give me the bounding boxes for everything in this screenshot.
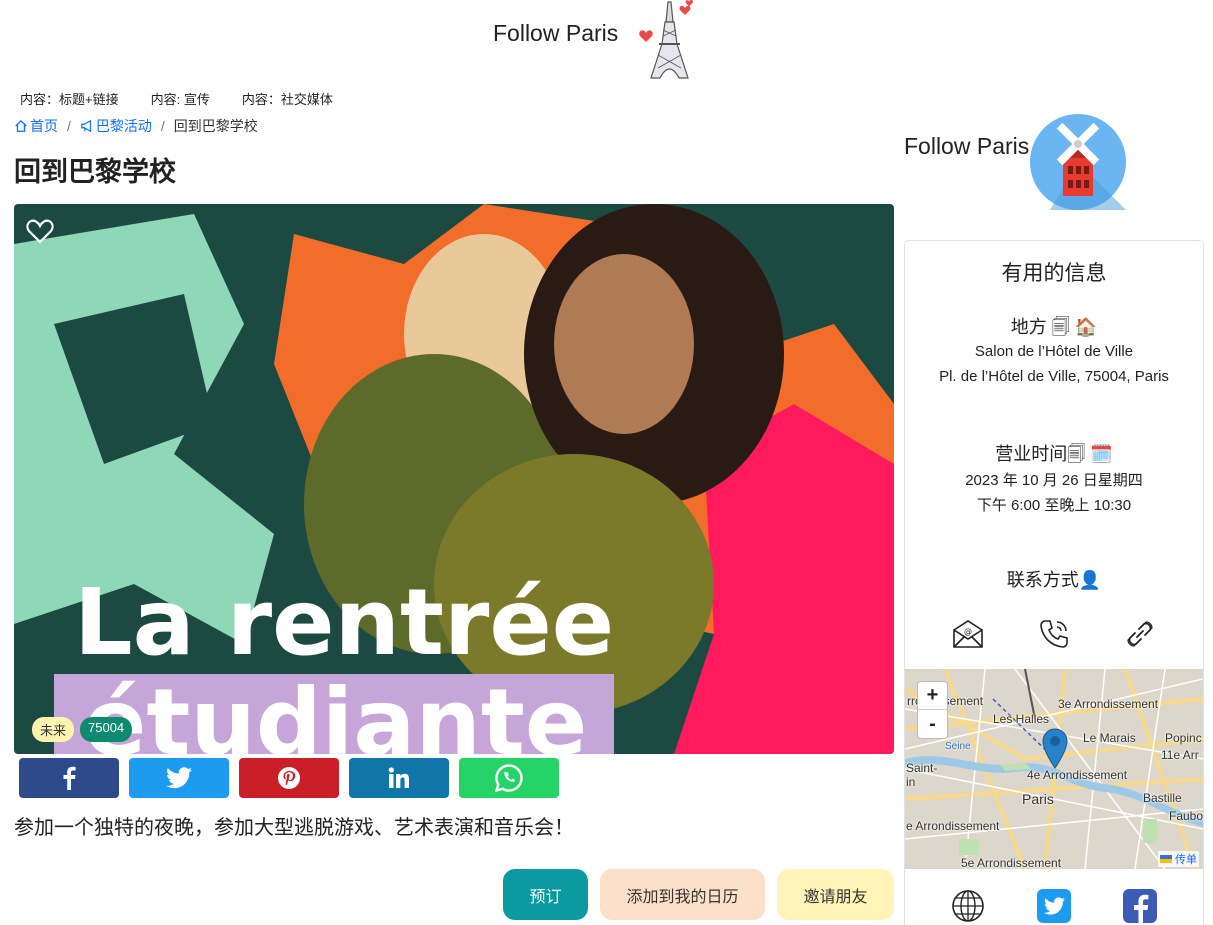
linkedin-icon	[388, 767, 409, 788]
content-nav-item[interactable]: 内容：社交媒体	[242, 89, 333, 108]
site-header: Follow Paris	[0, 0, 1213, 82]
facebook-icon	[63, 766, 76, 790]
breadcrumb-category-label: 巴黎活动	[95, 118, 152, 134]
invite-friends-button[interactable]: 邀请朋友	[777, 869, 894, 920]
add-to-calendar-button[interactable]: 添加到我的日历	[600, 869, 765, 920]
map-attribution-label: 传单	[1175, 854, 1197, 866]
breadcrumb-current: 回到巴黎学校	[173, 118, 258, 134]
event-poster: La rentrée étudiante	[14, 204, 894, 754]
globe-icon[interactable]	[951, 889, 985, 923]
map-label: Popinc	[1165, 731, 1202, 745]
favorite-heart-icon[interactable]	[26, 218, 54, 244]
venue-social-links	[905, 889, 1203, 923]
link-icon[interactable]	[1123, 617, 1157, 651]
poster-headline-2: étudiante	[84, 669, 587, 754]
eiffel-tower-icon	[639, 0, 693, 79]
map-label: Les Halles	[993, 712, 1050, 726]
map-label: Paris	[1022, 791, 1054, 807]
book-button[interactable]: 预订	[503, 869, 588, 920]
email-icon[interactable]: @	[951, 617, 985, 651]
share-buttons	[19, 758, 559, 798]
page-title: 回到巴黎学校	[14, 157, 176, 187]
whatsapp-icon	[494, 764, 523, 793]
postcode-badge: 75004	[80, 717, 133, 742]
map-label: 5e Arrondissement	[961, 856, 1062, 869]
info-card-title: 有用的信息	[1001, 262, 1107, 285]
share-facebook-button[interactable]	[19, 758, 119, 798]
map-zoom-control: + -	[917, 681, 948, 739]
megaphone-icon	[81, 119, 91, 133]
event-description: 参加一个独特的夜晚，参加大型逃脱游戏、艺术表演和音乐会！	[14, 817, 574, 839]
share-pinterest-button[interactable]	[239, 758, 339, 798]
zoom-out-button[interactable]: -	[918, 710, 947, 738]
map-label: 11e Arr	[1161, 748, 1199, 762]
place-address: Pl. de l’Hôtel de Ville, 75004, Paris	[939, 368, 1169, 385]
breadcrumb-separator: /	[67, 118, 71, 134]
breadcrumb-separator: /	[160, 118, 165, 134]
breadcrumb-home[interactable]: 首页	[14, 116, 58, 136]
share-whatsapp-button[interactable]	[459, 758, 559, 798]
content-nav: 内容：标题+链接 内容: 宣传 内容：社交媒体	[20, 89, 333, 108]
badge-row: 未来 75004	[32, 717, 133, 742]
svg-text:@: @	[964, 627, 972, 636]
contact-heading: 联系方式👤	[1006, 570, 1102, 590]
facebook-icon[interactable]	[1123, 889, 1157, 923]
flag-icon	[1159, 855, 1172, 863]
map-marker-icon[interactable]	[1041, 727, 1069, 769]
sidebar-brand[interactable]: Follow Paris	[904, 133, 1029, 160]
twitter-icon	[166, 767, 192, 789]
windmill-icon	[1030, 114, 1126, 210]
site-brand[interactable]: Follow Paris	[493, 20, 618, 47]
pinterest-icon	[278, 767, 300, 789]
twitter-icon[interactable]	[1037, 889, 1071, 923]
useful-info-card: 有用的信息 地方 🗐 🏠 Salon de l’Hôtel de Ville P…	[904, 240, 1204, 925]
home-icon	[15, 119, 27, 132]
status-badge: 未来	[32, 717, 75, 742]
contact-icons: @	[905, 617, 1203, 651]
breadcrumb-home-label: 首页	[30, 118, 58, 134]
map-label: in	[906, 775, 916, 789]
map-attribution-link[interactable]: 传单	[1157, 851, 1199, 867]
hours-date: 2023 年 10 月 26 日星期四	[965, 472, 1143, 489]
phone-icon[interactable]	[1037, 617, 1071, 651]
hours-heading[interactable]: 营业时间🗐 🗓️	[905, 440, 1203, 472]
poster-headline-1: La rentrée	[74, 569, 614, 676]
map-label: Saint-	[906, 761, 938, 775]
map-label: Bastille	[1143, 791, 1182, 805]
map-label: Le Marais	[1083, 731, 1136, 745]
map-label: 4e Arrondissement	[1027, 768, 1128, 782]
place-heading[interactable]: 地方 🗐 🏠	[905, 313, 1203, 345]
content-nav-item[interactable]: 内容：标题+链接	[20, 89, 119, 108]
map-label: 3e Arrondissement	[1058, 697, 1159, 711]
breadcrumb: 首页 / 巴黎活动 / 回到巴黎学校	[14, 116, 258, 136]
map-label: e Arrondissement	[906, 819, 1000, 833]
breadcrumb-category[interactable]: 巴黎活动	[80, 116, 152, 136]
map-label: Faubo	[1169, 809, 1203, 823]
zoom-in-button[interactable]: +	[918, 682, 947, 710]
event-hero-image: La rentrée étudiante 未来 75004	[14, 204, 894, 754]
map-label: Seine	[945, 741, 971, 752]
place-name: Salon de l’Hôtel de Ville	[974, 343, 1134, 360]
location-map[interactable]: rrondissement Les Halles 3e Arrondisseme…	[905, 669, 1203, 869]
action-buttons: 预订 添加到我的日历 邀请朋友	[503, 869, 894, 920]
hours-time: 下午 6:00 至晚上 10:30	[976, 497, 1132, 514]
share-linkedin-button[interactable]	[349, 758, 449, 798]
content-nav-item[interactable]: 内容: 宣传	[151, 89, 210, 108]
share-twitter-button[interactable]	[129, 758, 229, 798]
